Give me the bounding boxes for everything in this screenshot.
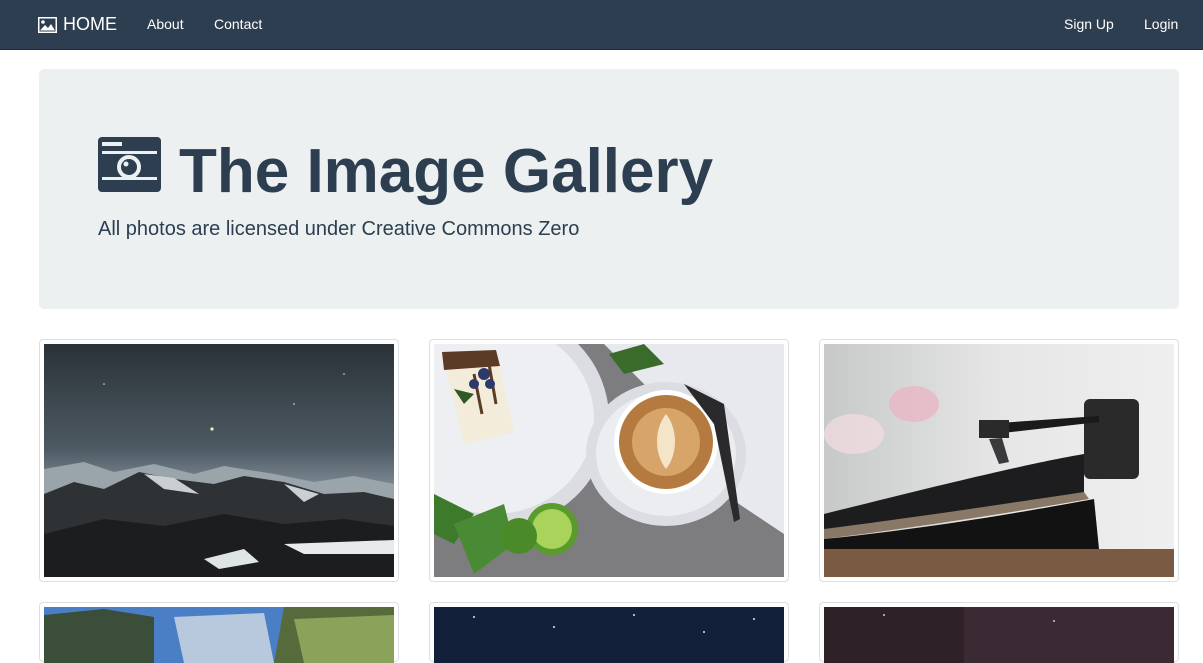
gallery-thumbnail-mountains[interactable] — [39, 339, 399, 582]
nav-contact-link[interactable]: Contact — [214, 0, 262, 49]
page-subtitle: All photos are licensed under Creative C… — [98, 218, 580, 240]
gallery-thumbnail-record-player[interactable] — [819, 339, 1179, 582]
top-navbar: HOME About Contact Sign Up Login — [0, 0, 1203, 50]
picture-icon — [38, 16, 57, 33]
page-title: The Image Gallery — [98, 137, 713, 207]
gallery-thumbnail-landscape[interactable] — [39, 602, 399, 663]
nav-signup-link[interactable]: Sign Up — [1064, 0, 1114, 49]
gallery-thumbnail-starry-sky[interactable] — [429, 602, 789, 663]
hero-jumbotron: The Image Gallery All photos are license… — [39, 69, 1179, 309]
gallery-thumbnail-coffee[interactable] — [429, 339, 789, 582]
page-title-text: The Image Gallery — [179, 137, 714, 206]
home-label: HOME — [63, 14, 117, 34]
nav-about-link[interactable]: About — [147, 0, 184, 49]
photo-mountains — [44, 344, 394, 577]
photo-landscape — [44, 607, 394, 663]
home-link[interactable]: HOME — [38, 0, 117, 49]
gallery-thumbnail-dusk[interactable] — [819, 602, 1179, 663]
photo-record-player — [824, 344, 1174, 577]
nav-login-link[interactable]: Login — [1144, 0, 1178, 49]
camera-icon — [98, 137, 161, 207]
photo-coffee — [434, 344, 784, 577]
photo-starry-sky — [434, 607, 784, 663]
photo-dusk — [824, 607, 1174, 663]
